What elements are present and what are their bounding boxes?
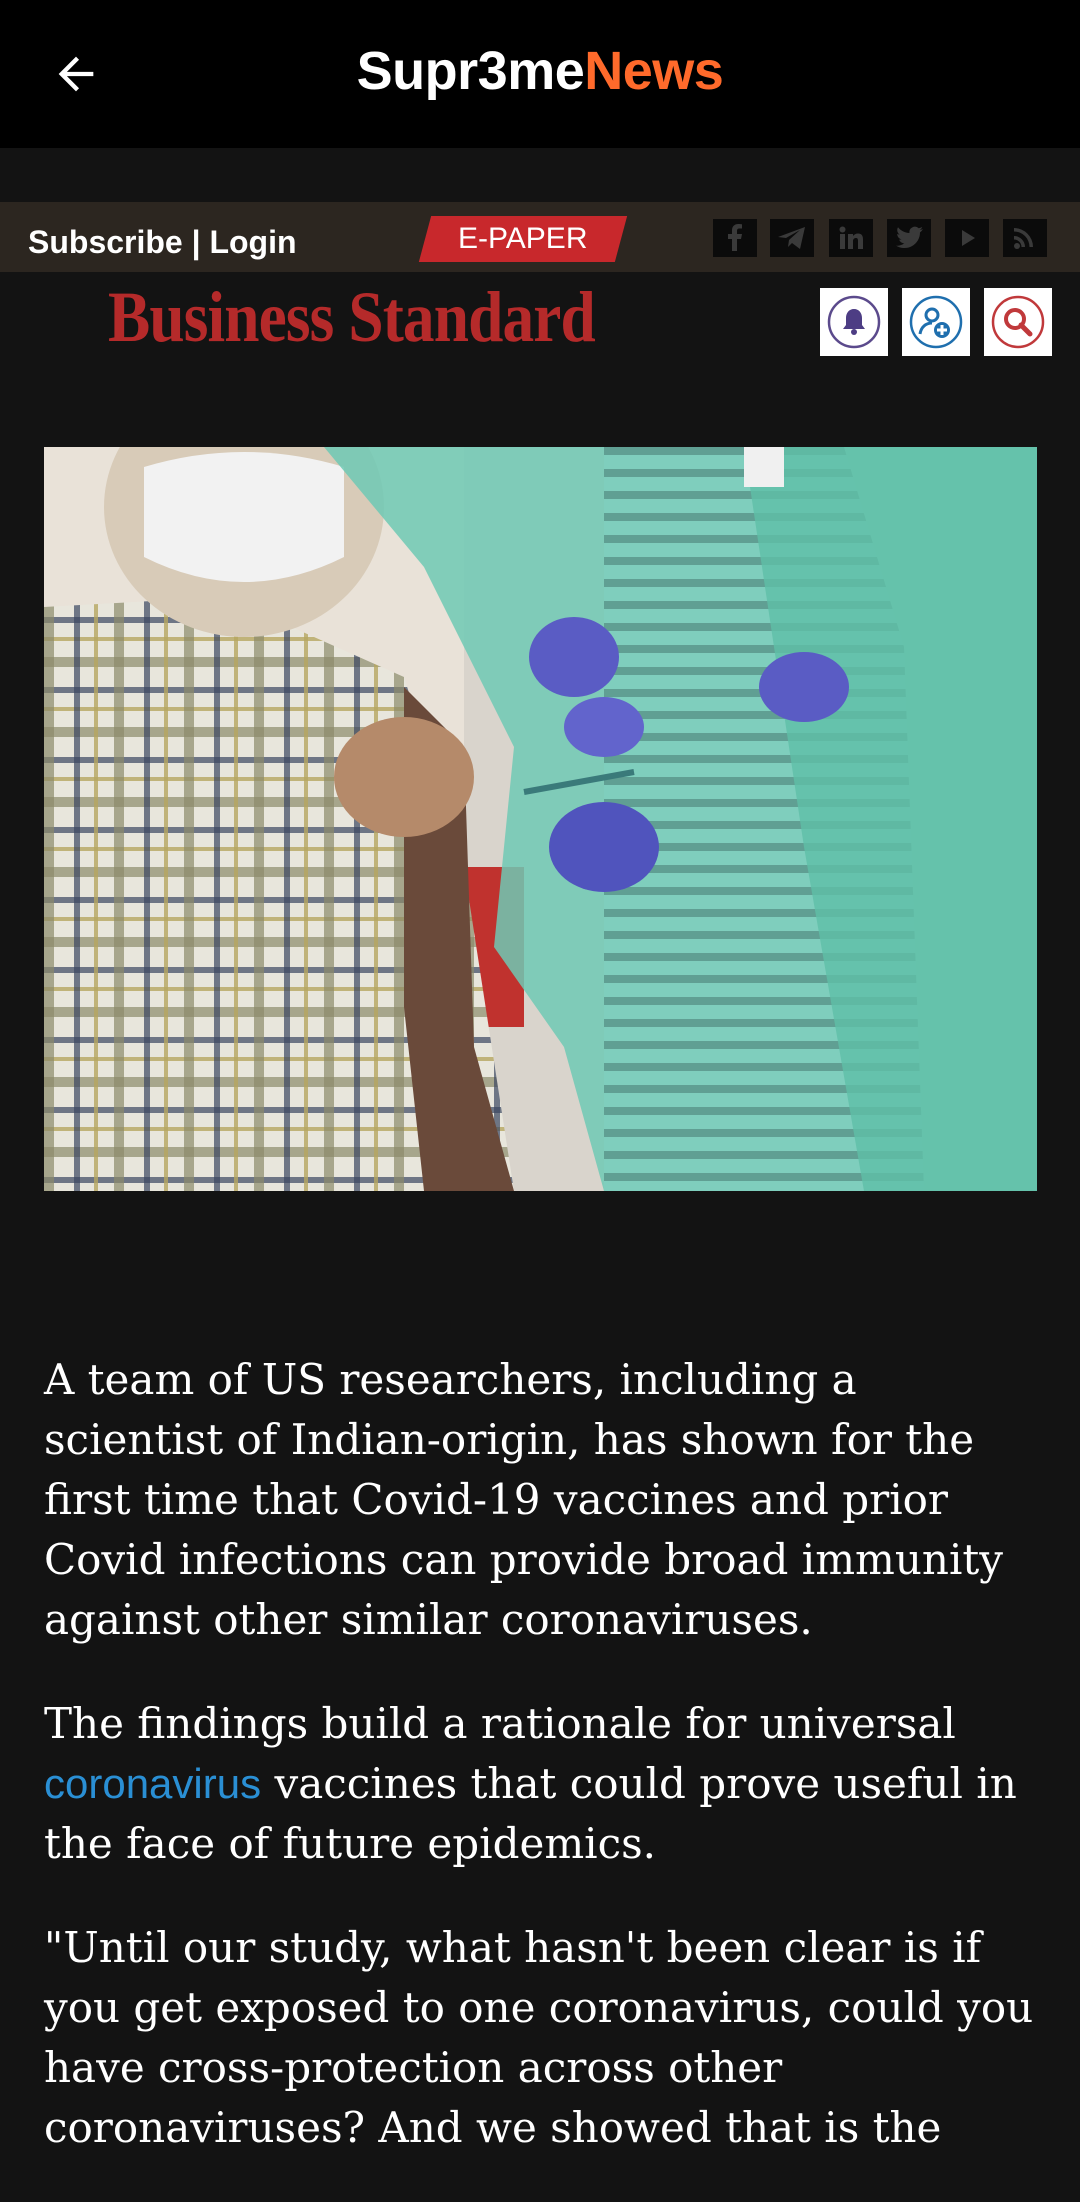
telegram-icon[interactable] bbox=[770, 219, 814, 257]
site-topbar: Subscribe | Login E-PAPER bbox=[0, 202, 1080, 272]
twitter-icon[interactable] bbox=[887, 219, 931, 257]
article-hero-image bbox=[44, 447, 1037, 1191]
app-title-part2: News bbox=[584, 41, 724, 101]
search-icon bbox=[991, 295, 1045, 349]
search-button[interactable] bbox=[984, 288, 1052, 356]
facebook-icon[interactable] bbox=[713, 219, 757, 257]
site-logo-row: Business Standard bbox=[0, 272, 1080, 362]
epaper-button[interactable]: E-PAPER bbox=[418, 216, 628, 262]
youtube-icon[interactable] bbox=[945, 219, 989, 257]
notifications-button[interactable] bbox=[820, 288, 888, 356]
business-standard-logo[interactable]: Business Standard bbox=[108, 276, 596, 359]
epaper-label: E-PAPER bbox=[458, 222, 588, 255]
article-paragraph-2: The findings build a rationale for unive… bbox=[44, 1694, 1044, 1874]
add-user-icon bbox=[909, 295, 963, 349]
paragraph-2-lead: The findings build a rationale for unive… bbox=[44, 1699, 956, 1748]
app-bar: Supr3meNews bbox=[0, 0, 1080, 148]
coronavirus-link[interactable]: coronavirus bbox=[44, 1760, 261, 1807]
article-paragraph-1: A team of US researchers, including a sc… bbox=[44, 1355, 1003, 1644]
article-paragraph-3: "Until our study, what hasn't been clear… bbox=[44, 1923, 1034, 2152]
profile-add-button[interactable] bbox=[902, 288, 970, 356]
linkedin-icon[interactable] bbox=[829, 219, 873, 257]
bell-icon bbox=[827, 295, 881, 349]
article-body: A team of US researchers, including a sc… bbox=[44, 1350, 1044, 2202]
subscribe-login-link[interactable]: Subscribe | Login bbox=[28, 224, 297, 261]
app-title-part1: Supr3me bbox=[356, 41, 585, 101]
rss-icon[interactable] bbox=[1003, 219, 1047, 257]
app-title: Supr3meNews bbox=[0, 40, 1080, 102]
